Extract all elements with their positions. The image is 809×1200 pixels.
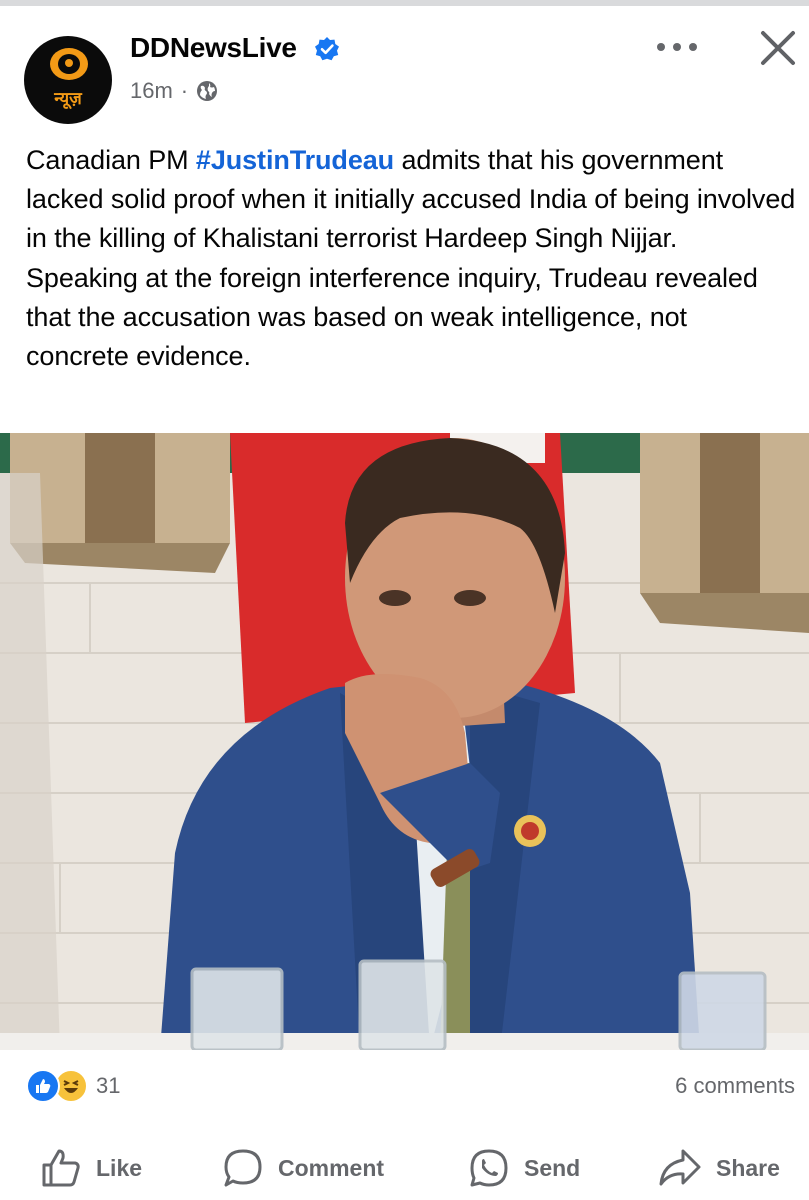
share-arrow-icon [659,1149,701,1186]
more-dot [673,43,681,51]
photo-illustration [0,433,809,1050]
like-reaction-icon [26,1069,60,1103]
page-avatar[interactable]: न्यूज़ [24,36,112,124]
send-button[interactable]: Send [468,1140,580,1196]
comment-icon [224,1149,262,1187]
dd-logo-icon [50,48,88,80]
action-bar: Like Comment Send Share [0,1140,809,1196]
avatar-logo-text: न्यूज़ [54,89,82,109]
post-text: Canadian PM #JustinTrudeau admits that h… [26,141,796,376]
share-label: Share [716,1154,780,1181]
globe-icon [197,81,218,101]
like-button[interactable]: Like [40,1140,142,1196]
whatsapp-icon [470,1149,508,1187]
thumbs-up-icon [42,1149,80,1187]
meta-separator: · [180,78,189,103]
close-icon[interactable] [758,28,798,68]
comments-count[interactable]: 6 comments [675,1073,795,1099]
page-name[interactable]: DDNewsLive [130,32,297,64]
post-meta: 16m · [130,78,218,104]
verified-badge-icon [315,37,339,61]
post-photo[interactable] [0,433,809,1050]
comment-label: Comment [278,1154,385,1181]
share-button[interactable]: Share [658,1140,780,1196]
more-dots-icon [657,43,665,51]
post-text-intro: Canadian PM [26,145,196,175]
post-text-body: admits that his government lacked solid … [26,145,796,372]
send-label: Send [524,1154,581,1181]
hashtag-link[interactable]: #JustinTrudeau [196,145,394,175]
like-label: Like [96,1154,143,1181]
reactions-summary[interactable]: 31 [26,1068,120,1104]
reaction-count: 31 [96,1073,121,1098]
more-options-button[interactable] [654,34,700,60]
post-header: न्यूज़ [0,6,809,126]
post-time[interactable]: 16m [130,78,173,104]
comment-button[interactable]: Comment [222,1140,384,1196]
more-dot [689,43,697,51]
